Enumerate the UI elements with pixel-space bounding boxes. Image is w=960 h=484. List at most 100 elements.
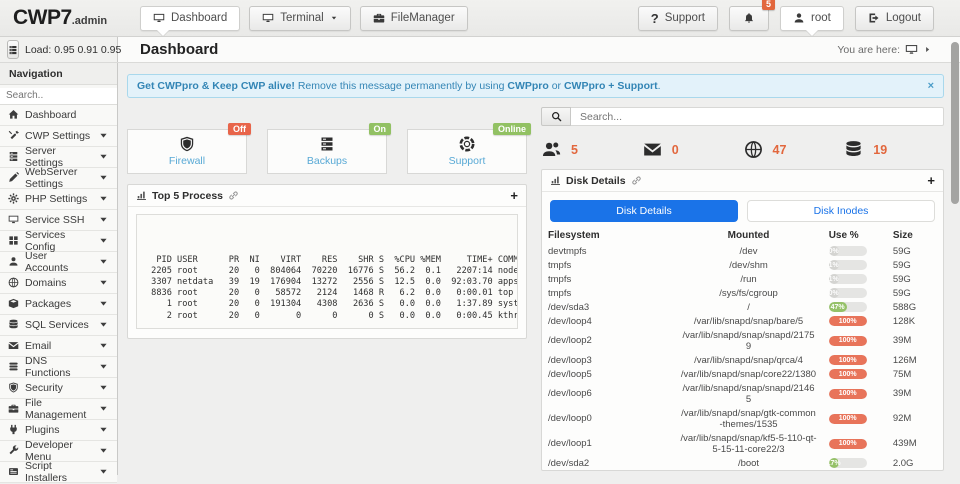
- sidebar-item[interactable]: Dashboard: [0, 104, 117, 126]
- link-icon[interactable]: [228, 190, 239, 201]
- sidebar-item[interactable]: DNS Functions: [0, 355, 117, 379]
- mounted-cell: /run: [740, 273, 757, 285]
- load-menu-button[interactable]: [7, 40, 19, 59]
- top-nav-button[interactable]: Dashboard: [140, 5, 241, 31]
- sidebar-item[interactable]: Email: [0, 335, 117, 357]
- sidebar-search-input[interactable]: [0, 87, 117, 105]
- link-icon[interactable]: [631, 175, 642, 186]
- top-nav-button[interactable]: Terminal: [249, 5, 351, 31]
- envelope-icon: [642, 140, 663, 159]
- usage-bar: 100%: [828, 369, 867, 379]
- sidebar-item-label: Packages: [25, 297, 72, 310]
- sidebar-menu: Dashboard CWP Settings Server Settings W…: [0, 104, 117, 484]
- usage-bar: 100%: [828, 438, 867, 449]
- usage-fill: 100%: [828, 413, 867, 424]
- breadcrumb: You are here:: [837, 43, 960, 56]
- status-widget[interactable]: Off Firewall: [127, 123, 251, 174]
- search-button[interactable]: [541, 107, 571, 126]
- sidebar-item[interactable]: CWP Settings: [0, 125, 117, 147]
- user-icon: [793, 12, 805, 24]
- stat-item[interactable]: 47: [743, 140, 844, 159]
- usage-cell: 100%: [823, 328, 887, 353]
- sidebar-item[interactable]: Developer Menu: [0, 439, 117, 463]
- server-icon: [319, 136, 335, 152]
- status-badge: Online: [492, 123, 531, 135]
- chevron-down-icon: [98, 424, 109, 435]
- sidebar-item[interactable]: Security: [0, 377, 117, 399]
- sidebar-item[interactable]: WebServer Settings: [0, 165, 117, 190]
- status-widget[interactable]: On Backups: [267, 123, 391, 174]
- usage-cell: 100%: [823, 431, 887, 456]
- monitor-icon: [153, 12, 165, 24]
- chevron-right-icon: [923, 45, 932, 54]
- sidebar-item-label: Email: [25, 339, 52, 352]
- user-button[interactable]: root: [779, 5, 844, 31]
- load-box: Load: 0.95 0.91 0.95: [0, 37, 121, 62]
- sidebar-item[interactable]: Services Config: [0, 229, 117, 253]
- sidebar-item[interactable]: File Management: [0, 397, 117, 421]
- scrollbar[interactable]: [951, 0, 959, 475]
- filesystem-cell: /dev/loop0: [548, 413, 592, 424]
- usage-cell: 100%: [823, 314, 887, 328]
- top-nav: Dashboard Terminal FileManager: [140, 5, 468, 31]
- usage-fill: 1%: [828, 274, 839, 284]
- disk-details-panel: Disk Details + Disk Details Disk Inodes: [541, 169, 944, 471]
- status-widget[interactable]: Online Support: [407, 123, 531, 174]
- sidebar-item[interactable]: Script Installers: [0, 460, 117, 484]
- search-icon: [551, 111, 562, 122]
- top-nav-button[interactable]: FileManager: [359, 5, 468, 31]
- sidebar-item[interactable]: Domains: [0, 272, 117, 294]
- usage-fill: 100%: [828, 355, 867, 365]
- mounted-cell: /boot: [737, 457, 760, 469]
- stat-item[interactable]: 5: [541, 140, 642, 159]
- scrollbar-thumb[interactable]: [951, 42, 959, 204]
- logout-button[interactable]: Logout: [854, 5, 934, 31]
- sidebar-item-label: WebServer Settings: [25, 165, 78, 190]
- monitor-icon[interactable]: [905, 43, 918, 56]
- panel-header: Disk Details +: [542, 170, 943, 192]
- sidebar-item[interactable]: User Accounts: [0, 250, 117, 274]
- disk-row: tmpfs /sys/fs/cgroup 0% 59G: [542, 286, 943, 300]
- sidebar-item[interactable]: SQL Services: [0, 314, 117, 336]
- sidebar-item[interactable]: Service SSH: [0, 209, 117, 231]
- support-button[interactable]: ? Support: [637, 5, 718, 31]
- usage-bar: 0%: [828, 288, 867, 298]
- chevron-down-icon: [98, 466, 109, 477]
- sidebar-item[interactable]: Plugins: [0, 419, 117, 441]
- widget-label[interactable]: Firewall: [169, 155, 205, 167]
- mounted-cell: /var/lib/snapd/snap/core22/1380: [680, 368, 817, 380]
- envelope-icon: [8, 340, 19, 351]
- widget-label[interactable]: Support: [449, 155, 486, 167]
- disk-row: /dev/loop4 /var/lib/snapd/snap/bare/5 10…: [542, 314, 943, 328]
- briefcase-icon: [373, 12, 385, 24]
- stat-item[interactable]: 19: [843, 140, 944, 159]
- chevron-down-icon: [98, 256, 109, 267]
- sidebar-item[interactable]: PHP Settings: [0, 188, 117, 210]
- sidebar-item[interactable]: Packages: [0, 293, 117, 315]
- chevron-down-icon: [98, 172, 109, 183]
- usage-fill: 100%: [828, 316, 867, 326]
- logo-main: CWP7: [13, 6, 72, 29]
- disk-tab[interactable]: Disk Inodes: [747, 200, 935, 222]
- size-cell: 59G: [892, 259, 911, 271]
- sidebar-item-label: CWP Settings: [25, 129, 91, 142]
- alerts-button[interactable]: 5: [728, 0, 775, 31]
- panel-title: Top 5 Process: [152, 189, 223, 202]
- expand-button[interactable]: +: [510, 189, 518, 202]
- close-icon[interactable]: ×: [928, 80, 934, 92]
- search-input[interactable]: [571, 107, 944, 126]
- disk-tab[interactable]: Disk Details: [550, 200, 738, 222]
- usage-fill: 100%: [828, 369, 867, 379]
- stat-item[interactable]: 0: [642, 140, 743, 159]
- cwppro-link[interactable]: CWPpro: [507, 80, 548, 92]
- cwppro-support-link[interactable]: CWPpro + Support: [564, 80, 658, 92]
- usage-cell: 1%: [823, 272, 887, 286]
- widget-label[interactable]: Backups: [307, 155, 347, 167]
- usage-cell: 47%: [823, 300, 887, 314]
- mounted-cell: /var/lib/snapd/snap/kf5-5-110-qt-5-15-11…: [680, 432, 817, 455]
- top-process-panel: Top 5 Process + PID USER PR NI VIRT RES …: [127, 184, 527, 339]
- process-row: 2205 root 20 0 804064 70220 16776 S 56.2…: [146, 265, 518, 276]
- sidebar-item[interactable]: Server Settings: [0, 145, 117, 169]
- expand-button[interactable]: +: [927, 174, 935, 187]
- stats-row: 5 0 47 19: [541, 140, 944, 159]
